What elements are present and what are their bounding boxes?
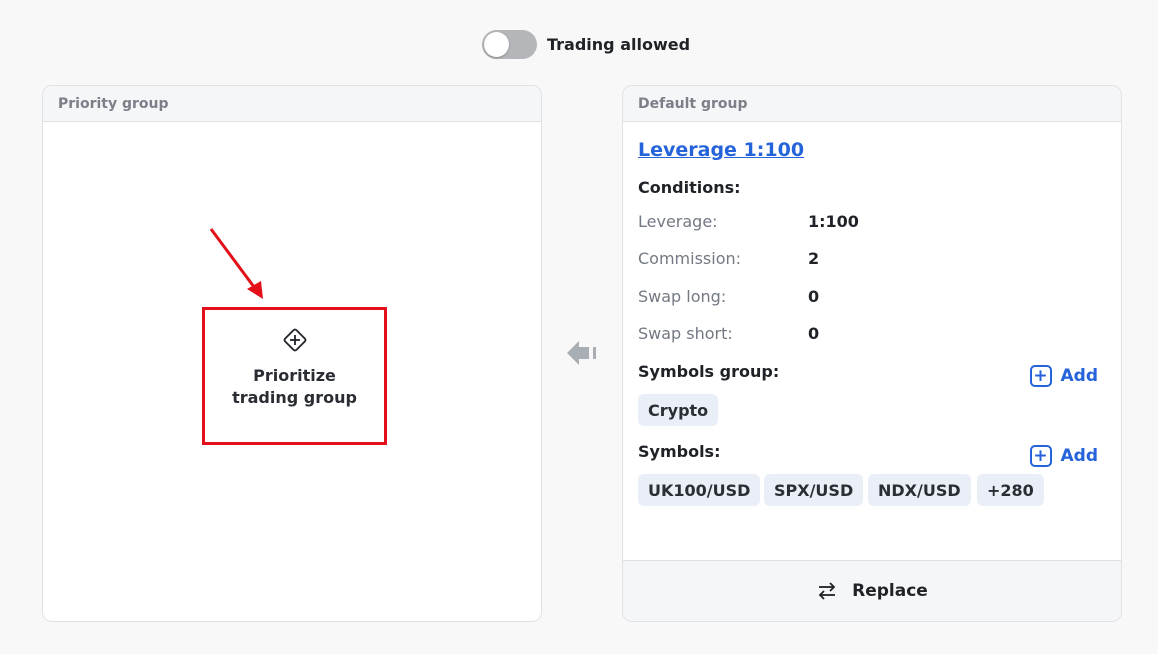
priority-group-header: Priority group bbox=[43, 86, 541, 122]
page: Trading allowed Priority group Prioritiz… bbox=[0, 0, 1158, 654]
symbol-chip[interactable]: NDX/USD bbox=[868, 474, 971, 506]
condition-value: 0 bbox=[808, 324, 820, 343]
default-group-header: Default group bbox=[623, 86, 1121, 122]
condition-label: Commission: bbox=[638, 249, 742, 268]
add-symbols-group-button[interactable]: + Add bbox=[1029, 365, 1099, 387]
conditions-title: Conditions: bbox=[638, 178, 741, 197]
condition-value: 0 bbox=[808, 287, 820, 306]
prioritize-trading-group-button[interactable]: Prioritize trading group bbox=[202, 307, 387, 445]
default-group-body: Leverage 1:100 Conditions: Leverage: 1:1… bbox=[638, 136, 1108, 506]
replace-button[interactable]: Replace bbox=[623, 560, 1121, 621]
priority-group-card: Priority group Prioritize trading group bbox=[42, 85, 542, 622]
replace-label: Replace bbox=[852, 581, 928, 601]
condition-row-swap-long: Swap long: 0 bbox=[638, 287, 819, 306]
symbols-title: Symbols: bbox=[638, 442, 721, 461]
condition-label: Swap long: bbox=[638, 287, 727, 306]
prioritize-trading-group-label: Prioritize trading group bbox=[232, 366, 357, 407]
condition-label: Leverage: bbox=[638, 212, 718, 231]
diamond-plus-icon bbox=[283, 328, 306, 352]
symbols-more-chip[interactable]: +280 bbox=[977, 474, 1044, 506]
trading-allowed-label: Trading allowed bbox=[547, 35, 691, 54]
plus-square-icon: + bbox=[1029, 445, 1052, 467]
condition-label: Swap short: bbox=[638, 324, 733, 343]
condition-row-swap-short: Swap short: 0 bbox=[638, 324, 819, 343]
add-label: Add bbox=[1060, 366, 1099, 386]
toggle-knob bbox=[484, 32, 509, 57]
condition-row-commission: Commission: 2 bbox=[638, 249, 819, 268]
condition-value: 1:100 bbox=[808, 212, 859, 231]
symbols-group-title: Symbols group: bbox=[638, 362, 780, 381]
condition-value: 2 bbox=[808, 249, 820, 268]
symbol-chip[interactable]: SPX/USD bbox=[764, 474, 864, 506]
add-label: Add bbox=[1060, 446, 1099, 466]
plus-square-icon: + bbox=[1029, 365, 1052, 387]
swap-arrows-icon bbox=[818, 582, 836, 600]
leverage-link[interactable]: Leverage 1:100 bbox=[638, 136, 804, 164]
symbol-chip[interactable]: UK100/USD bbox=[638, 474, 761, 506]
add-symbols-button[interactable]: + Add bbox=[1029, 445, 1099, 467]
red-arrow-icon bbox=[209, 228, 263, 299]
default-group-card: Default group Leverage 1:100 Conditions:… bbox=[622, 85, 1122, 622]
symbols-group-chip[interactable]: Crypto bbox=[638, 394, 719, 426]
condition-row-leverage: Leverage: 1:100 bbox=[638, 212, 859, 231]
trading-allowed-toggle[interactable] bbox=[482, 30, 537, 59]
trading-allowed-row: Trading allowed bbox=[482, 30, 690, 59]
arrow-left-icon bbox=[567, 341, 596, 365]
